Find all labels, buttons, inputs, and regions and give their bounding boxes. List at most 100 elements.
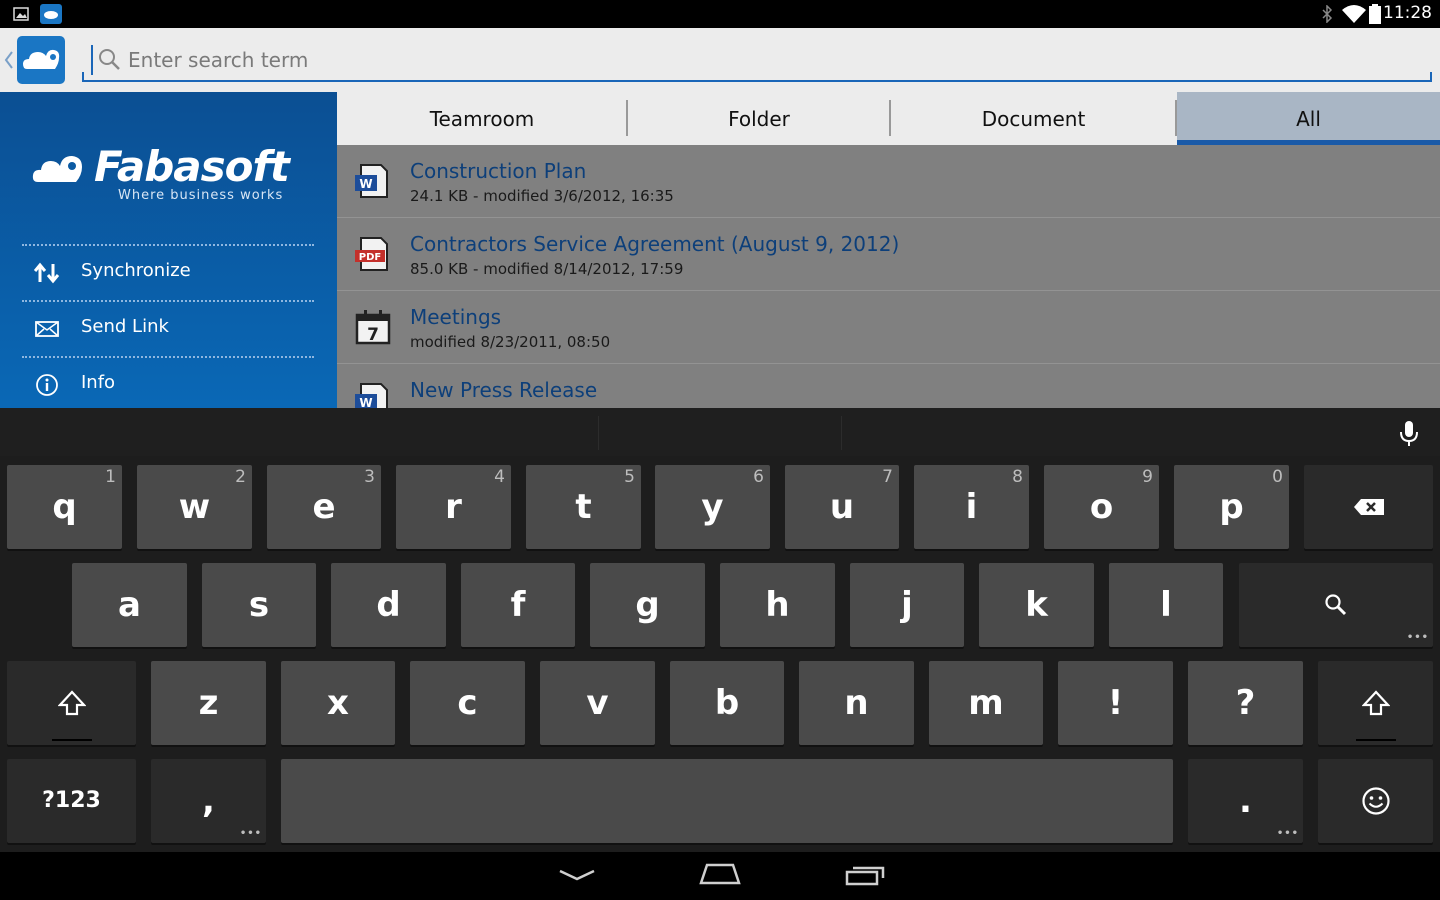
- search-input[interactable]: [128, 45, 1378, 75]
- sidebar: Fabasoft Where business works Synchroniz…: [0, 92, 337, 408]
- sidebar-item-send-link[interactable]: Send Link: [22, 302, 314, 356]
- key-question[interactable]: ?: [1188, 661, 1303, 745]
- key-label: ?: [1235, 683, 1256, 723]
- key-p[interactable]: 0p: [1174, 465, 1289, 549]
- hide-keyboard-icon[interactable]: [558, 868, 596, 884]
- key-label: j: [901, 585, 913, 625]
- key-d[interactable]: d: [331, 563, 446, 647]
- period-key[interactable]: . •••: [1188, 759, 1303, 843]
- svg-text:7: 7: [367, 325, 379, 345]
- list-item[interactable]: W Construction Plan 24.1 KB - modified 3…: [337, 145, 1440, 218]
- list-item[interactable]: 7 Meetings modified 8/23/2011, 08:50: [337, 291, 1440, 364]
- key-r[interactable]: 4r: [396, 465, 511, 549]
- tab-label: Teamroom: [429, 107, 535, 131]
- key-exclamation[interactable]: !: [1058, 661, 1173, 745]
- key-label: r: [445, 487, 462, 527]
- key-t[interactable]: 5t: [526, 465, 641, 549]
- tab-document[interactable]: Document: [891, 92, 1176, 145]
- back-chevron-icon[interactable]: [4, 50, 14, 70]
- microphone-icon[interactable]: [1398, 420, 1420, 448]
- key-x[interactable]: x: [281, 661, 395, 745]
- sidebar-item-label: Info: [81, 372, 116, 393]
- emoji-key[interactable]: [1318, 759, 1433, 843]
- navigation-bar: [0, 852, 1440, 900]
- key-label: l: [1160, 585, 1172, 625]
- text-cursor: [91, 45, 93, 75]
- word-document-icon: W: [355, 164, 388, 198]
- key-c[interactable]: c: [410, 661, 525, 745]
- key-label: !: [1107, 683, 1124, 723]
- key-hint: 9: [1142, 467, 1153, 487]
- comma-key[interactable]: , •••: [151, 759, 266, 843]
- recent-apps-icon[interactable]: [845, 864, 887, 886]
- key-a[interactable]: a: [72, 563, 187, 647]
- search-icon: [1325, 594, 1347, 616]
- symbols-key[interactable]: ?123: [7, 759, 136, 843]
- key-h[interactable]: h: [720, 563, 835, 647]
- document-title: Construction Plan: [410, 159, 587, 183]
- key-f[interactable]: f: [461, 563, 575, 647]
- suggestion-divider: [598, 416, 599, 450]
- key-label: a: [118, 585, 141, 625]
- app-home-button[interactable]: [17, 36, 65, 84]
- tab-teamroom[interactable]: Teamroom: [337, 92, 627, 145]
- search-field-right-tick: [1430, 72, 1432, 80]
- info-icon: [36, 374, 58, 396]
- key-j[interactable]: j: [850, 563, 964, 647]
- key-label: ,: [202, 781, 215, 821]
- sidebar-item-label: Send Link: [81, 316, 169, 337]
- soft-keyboard: 1q 2w 3e 4r 5t 6y 7u 8i 9o 0p a s d f g …: [0, 408, 1440, 852]
- key-k[interactable]: k: [979, 563, 1094, 647]
- key-label: s: [248, 585, 270, 625]
- key-o[interactable]: 9o: [1044, 465, 1159, 549]
- smiley-icon: [1361, 787, 1390, 815]
- space-bar[interactable]: [281, 759, 1173, 843]
- shift-key-right[interactable]: [1318, 661, 1433, 745]
- list-item[interactable]: W New Press Release: [337, 364, 1440, 408]
- list-item[interactable]: PDF Contractors Service Agreement (Augus…: [337, 218, 1440, 291]
- key-i[interactable]: 8i: [914, 465, 1029, 549]
- search-field-left-tick: [82, 72, 84, 80]
- key-q[interactable]: 1q: [7, 465, 122, 549]
- key-s[interactable]: s: [202, 563, 316, 647]
- key-hint: 0: [1272, 467, 1283, 487]
- home-icon[interactable]: [698, 862, 742, 886]
- tab-bar: Teamroom Folder Document All: [337, 92, 1440, 145]
- key-m[interactable]: m: [929, 661, 1043, 745]
- key-v[interactable]: v: [540, 661, 655, 745]
- tab-all[interactable]: All: [1177, 92, 1440, 145]
- sync-arrows-icon: [34, 262, 60, 284]
- backspace-key[interactable]: [1304, 465, 1433, 549]
- key-hint: 1: [105, 467, 116, 487]
- svg-text:W: W: [359, 177, 372, 191]
- key-l[interactable]: l: [1109, 563, 1223, 647]
- backspace-icon: [1353, 499, 1384, 515]
- shift-indicator: [1355, 739, 1396, 741]
- key-e[interactable]: 3e: [267, 465, 381, 549]
- tab-folder[interactable]: Folder: [628, 92, 890, 145]
- envelope-icon: [35, 321, 59, 337]
- key-w[interactable]: 2w: [137, 465, 252, 549]
- more-options-dots: •••: [1406, 632, 1429, 643]
- logo-cloud-icon: [32, 156, 82, 182]
- sidebar-item-info[interactable]: Info: [22, 358, 314, 408]
- key-hint: 3: [364, 467, 375, 487]
- key-z[interactable]: z: [151, 661, 266, 745]
- key-u[interactable]: 7u: [785, 465, 899, 549]
- key-b[interactable]: b: [670, 661, 784, 745]
- tab-label: Folder: [728, 107, 790, 131]
- search-field[interactable]: [82, 42, 1432, 82]
- search-action-key[interactable]: •••: [1239, 563, 1433, 647]
- svg-text:W: W: [359, 396, 372, 408]
- key-label: u: [829, 487, 855, 527]
- key-hint: 4: [494, 467, 505, 487]
- key-label: h: [765, 585, 790, 625]
- key-y[interactable]: 6y: [655, 465, 770, 549]
- key-hint: 7: [882, 467, 893, 487]
- key-g[interactable]: g: [590, 563, 705, 647]
- key-label: q: [52, 487, 77, 527]
- shift-key-left[interactable]: [7, 661, 136, 745]
- key-n[interactable]: n: [799, 661, 914, 745]
- svg-text:PDF: PDF: [359, 252, 381, 263]
- sidebar-item-synchronize[interactable]: Synchronize: [22, 246, 314, 300]
